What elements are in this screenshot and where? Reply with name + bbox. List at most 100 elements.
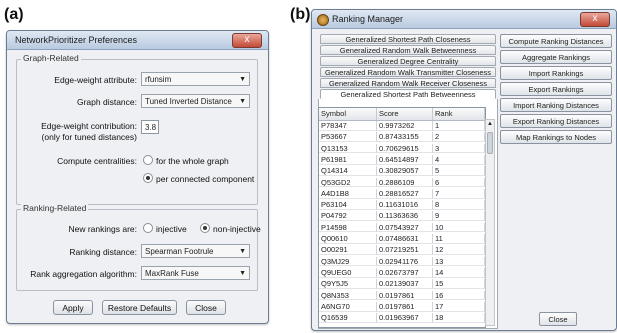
manager-close-button[interactable]: Close xyxy=(539,312,577,326)
compute-ranking-distances-button[interactable]: Compute Ranking Distances xyxy=(500,34,612,48)
tab-random-walk-betweenness[interactable]: Generalized Random Walk Betweenness xyxy=(320,45,496,55)
table-row[interactable]: Q9UEG0 0.02673797 14 xyxy=(319,267,485,278)
edge-weight-attr-select[interactable]: rfunsim ▼ xyxy=(141,72,250,86)
cell-symbol: P04792 xyxy=(319,211,377,222)
cell-score: 0.07219251 xyxy=(377,245,433,256)
table-row[interactable]: P61981 0.64514897 4 xyxy=(319,154,485,165)
cell-score: 0.64514897 xyxy=(377,154,433,165)
centralities-label: Compute centralities: xyxy=(57,156,137,166)
cell-score: 0.0197861 xyxy=(377,290,433,301)
rank-agg-value: MaxRank Fuse xyxy=(145,269,199,278)
table-row[interactable]: O00291 0.07219251 12 xyxy=(319,245,485,256)
chevron-down-icon: ▼ xyxy=(239,98,246,105)
aggregate-rankings-button[interactable]: Aggregate Rankings xyxy=(500,50,612,64)
cell-score: 0.01963967 xyxy=(377,313,433,323)
window-close-button[interactable]: x xyxy=(580,12,610,27)
chevron-down-icon: ▼ xyxy=(239,270,246,277)
radio-non-injective[interactable]: non-injective xyxy=(200,223,261,234)
cell-symbol: P14598 xyxy=(319,222,377,233)
radio-per-component[interactable]: per connected component xyxy=(143,173,254,184)
cell-score: 0.70629615 xyxy=(377,143,433,154)
column-header-rank[interactable]: Rank xyxy=(433,108,485,120)
cell-rank: 8 xyxy=(433,200,485,210)
import-ranking-distances-button[interactable]: Import Ranking Distances xyxy=(500,98,612,112)
restore-defaults-button[interactable]: Restore Defaults xyxy=(102,300,177,315)
table-row[interactable]: Q8N353 0.0197861 16 xyxy=(319,290,485,301)
table-row[interactable]: Q53GD2 0.2886109 6 xyxy=(319,177,485,188)
cell-symbol: Q3MJ29 xyxy=(319,256,377,267)
table-row[interactable]: P04792 0.11363636 9 xyxy=(319,211,485,222)
table-row[interactable]: Q16539 0.01963967 18 xyxy=(319,313,485,323)
table-row[interactable]: A6NG70 0.0197861 17 xyxy=(319,301,485,312)
cell-symbol: Q00610 xyxy=(319,234,377,244)
graph-distance-label: Graph distance: xyxy=(76,97,137,107)
map-rankings-to-nodes-button[interactable]: Map Rankings to Nodes xyxy=(500,130,612,144)
ranking-manager-titlebar[interactable]: Ranking Manager x xyxy=(312,10,616,29)
ranking-table: Symbol Score Rank P78347 0.9973262 1 P53667… xyxy=(318,107,486,328)
edge-contrib-input[interactable]: 3.8 xyxy=(141,120,159,134)
ranking-distance-select[interactable]: Spearman Footrule ▼ xyxy=(141,244,250,258)
cell-symbol: Q8N353 xyxy=(319,290,377,301)
radio-off-icon xyxy=(143,155,153,165)
edge-weight-attr-label: Edge-weight attribute: xyxy=(54,75,137,85)
close-icon: x xyxy=(244,34,250,45)
table-scrollbar[interactable]: ▲ xyxy=(485,119,495,326)
table-row[interactable]: A4D1B8 0.28816527 7 xyxy=(319,188,485,199)
cell-score: 0.87433155 xyxy=(377,132,433,143)
rank-agg-select[interactable]: MaxRank Fuse ▼ xyxy=(141,266,250,280)
cell-score: 0.9973262 xyxy=(377,121,433,131)
cell-score: 0.07543927 xyxy=(377,222,433,233)
tab-random-walk-receiver-closeness[interactable]: Generalized Random Walk Receiver Closene… xyxy=(320,78,496,88)
edge-weight-attr-value: rfunsim xyxy=(145,75,172,84)
cell-symbol: Q53GD2 xyxy=(319,177,377,188)
tab-shortest-path-betweenness[interactable]: Generalized Shortest Path Betweenness xyxy=(320,89,496,99)
tab-random-walk-transmitter-closeness[interactable]: Generalized Random Walk Transmitter Clos… xyxy=(320,67,496,77)
cell-score: 0.11631016 xyxy=(377,200,433,210)
apply-button[interactable]: Apply xyxy=(53,300,93,315)
cell-symbol: Q13153 xyxy=(319,143,377,154)
radio-off-icon xyxy=(143,223,153,233)
table-row[interactable]: P14598 0.07543927 10 xyxy=(319,222,485,233)
window-close-button[interactable]: x xyxy=(232,33,262,48)
cell-rank: 14 xyxy=(433,267,485,278)
cell-symbol: Q9Y5J5 xyxy=(319,279,377,289)
table-row[interactable]: Q9Y5J5 0.02139037 15 xyxy=(319,279,485,289)
scroll-up-icon[interactable]: ▲ xyxy=(486,120,494,129)
close-button[interactable]: Close xyxy=(186,300,226,315)
column-header-score[interactable]: Score xyxy=(377,108,433,120)
table-row[interactable]: P63104 0.11631016 8 xyxy=(319,200,485,210)
window-title: Ranking Manager xyxy=(332,14,404,24)
scroll-thumb[interactable] xyxy=(487,132,493,154)
tab-degree-centrality[interactable]: Generalized Degree Centrality xyxy=(320,56,496,66)
cell-rank: 13 xyxy=(433,256,485,267)
cell-symbol: P61981 xyxy=(319,154,377,165)
export-ranking-distances-button[interactable]: Export Ranking Distances xyxy=(500,114,612,128)
radio-injective-label: injective xyxy=(156,224,187,234)
table-row[interactable]: Q3MJ29 0.02941176 13 xyxy=(319,256,485,267)
tab-shortest-path-closeness[interactable]: Generalized Shortest Path Closeness xyxy=(320,34,496,44)
table-row[interactable]: P53667 0.87433155 2 xyxy=(319,132,485,143)
table-row[interactable]: P78347 0.9973262 1 xyxy=(319,121,485,131)
rank-agg-label: Rank aggregation algorithm: xyxy=(30,269,137,279)
table-header: Symbol Score Rank xyxy=(319,108,485,121)
table-row[interactable]: Q00610 0.07486631 11 xyxy=(319,234,485,244)
radio-whole-graph-label: for the whole graph xyxy=(156,156,229,166)
export-rankings-button[interactable]: Export Rankings xyxy=(500,82,612,96)
column-header-symbol[interactable]: Symbol xyxy=(319,108,377,120)
app-icon xyxy=(317,14,329,26)
import-rankings-button[interactable]: Import Rankings xyxy=(500,66,612,80)
preferences-titlebar[interactable]: NetworkPrioritizer Preferences x xyxy=(7,31,268,50)
panel-label-b: (b) xyxy=(290,6,311,23)
new-rankings-label: New rankings are: xyxy=(68,224,137,234)
preferences-window: NetworkPrioritizer Preferences x Graph-R… xyxy=(6,30,269,324)
cell-rank: 4 xyxy=(433,154,485,165)
radio-injective[interactable]: injective xyxy=(143,223,187,234)
table-row[interactable]: Q13153 0.70629615 3 xyxy=(319,143,485,154)
graph-distance-select[interactable]: Tuned Inverted Distance ▼ xyxy=(141,94,250,108)
radio-whole-graph[interactable]: for the whole graph xyxy=(143,155,229,166)
cell-symbol: O00291 xyxy=(319,245,377,256)
chevron-down-icon: ▼ xyxy=(239,248,246,255)
table-row[interactable]: Q14314 0.30829057 5 xyxy=(319,166,485,176)
cell-symbol: A6NG70 xyxy=(319,301,377,312)
radio-non-injective-label: non-injective xyxy=(213,224,261,234)
